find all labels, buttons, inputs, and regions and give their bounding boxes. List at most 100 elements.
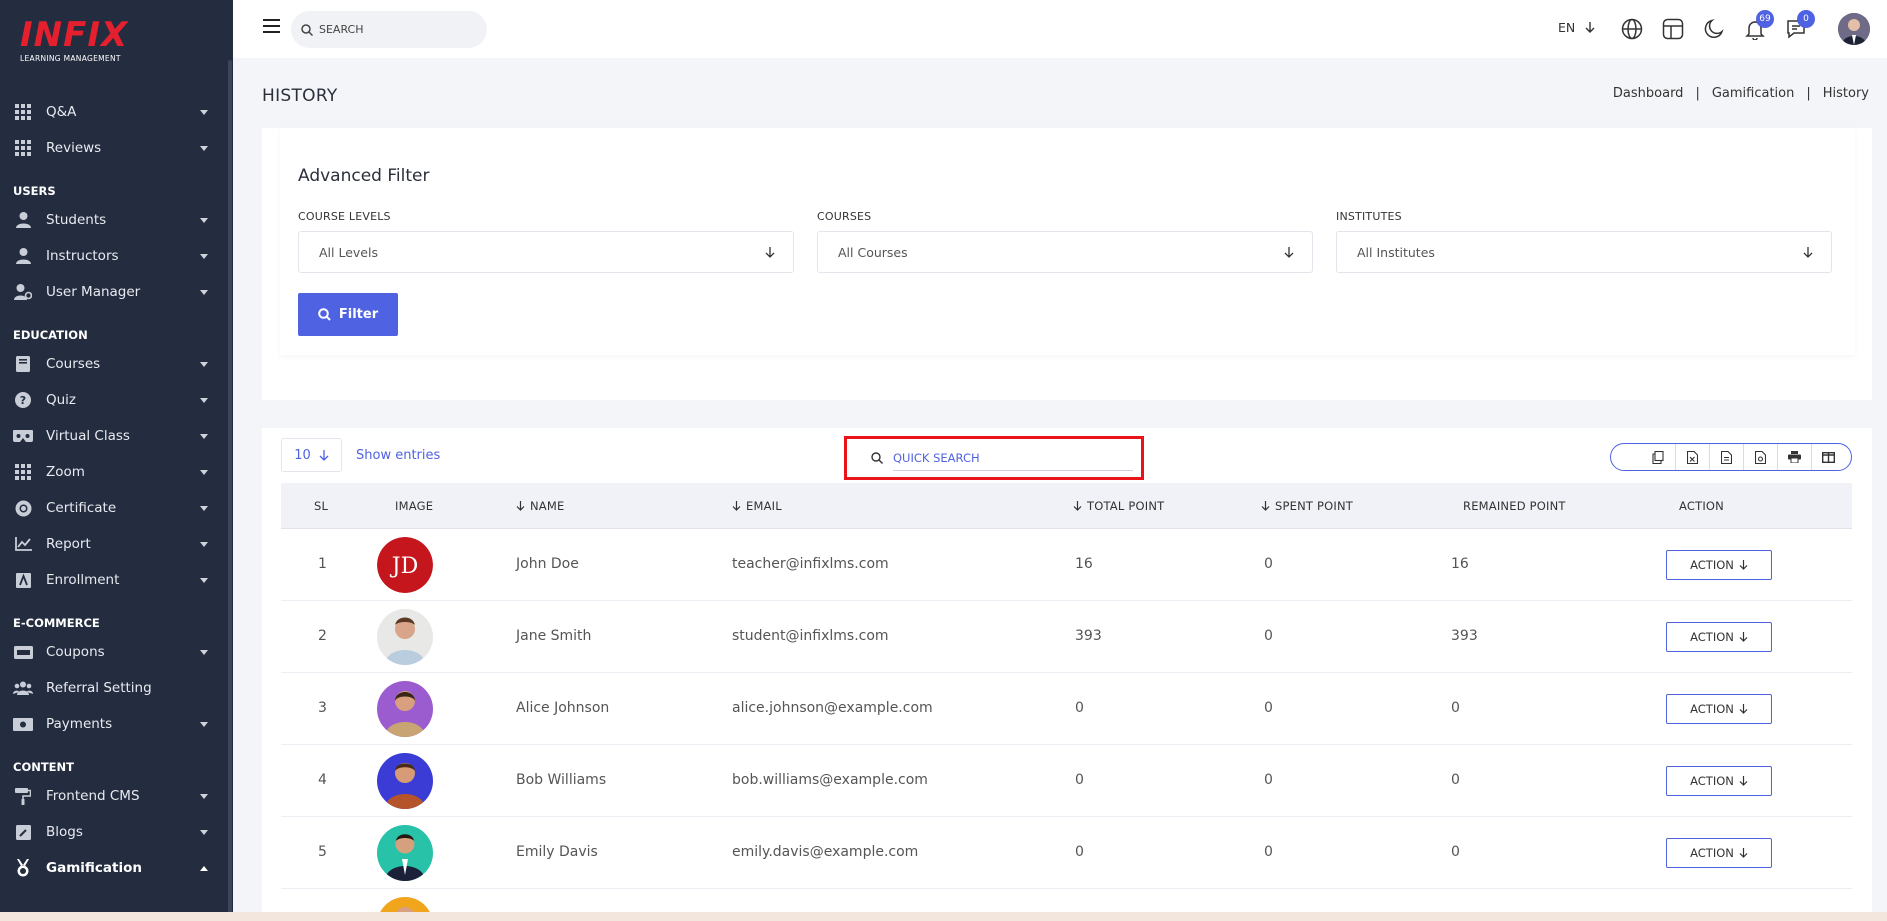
sidebar-item-label: Blogs [46, 824, 83, 840]
user-icon [13, 247, 33, 265]
sidebar-item-zoom[interactable]: Zoom [0, 454, 228, 490]
entries-select[interactable]: 10 [281, 438, 342, 472]
action-label: ACTION [1690, 846, 1734, 860]
cell-name: Bob Williams [516, 772, 607, 788]
edit-icon [13, 823, 33, 841]
sidebar-item-reviews[interactable]: Reviews [0, 130, 228, 166]
caret-down-icon [200, 433, 208, 439]
sidebar-item-certificate[interactable]: Certificate [0, 490, 228, 526]
messages-button[interactable]: 0 [1785, 10, 1815, 40]
print-button[interactable] [1777, 444, 1811, 470]
cell-remained-point: 0 [1451, 700, 1460, 716]
course-levels-select[interactable]: All Levels [298, 231, 794, 273]
breadcrumb-gamification[interactable]: Gamification [1712, 86, 1795, 101]
copy-button[interactable] [1641, 444, 1675, 470]
column-header-total-point[interactable]: TOTAL POINT [1073, 499, 1164, 513]
sidebar-item-qa[interactable]: Q&A [0, 94, 228, 130]
caret-down-icon [200, 253, 208, 259]
row-action-button[interactable]: ACTION [1666, 766, 1772, 796]
sidebar-item-courses[interactable]: Courses [0, 346, 228, 382]
courses-value: All Courses [838, 244, 908, 260]
header-search[interactable] [291, 11, 487, 48]
column-header-image[interactable]: IMAGE [395, 499, 433, 513]
cell-remained-point: 0 [1451, 772, 1460, 788]
excel-button[interactable] [1675, 444, 1709, 470]
csv-button[interactable] [1709, 444, 1743, 470]
sidebar-item-virtual-class[interactable]: Virtual Class [0, 418, 228, 454]
user-avatar[interactable] [1838, 13, 1870, 45]
caret-down-icon [200, 505, 208, 511]
column-header-email[interactable]: EMAIL [732, 499, 782, 513]
coupon-icon [13, 643, 33, 661]
row-action-button[interactable]: ACTION [1666, 838, 1772, 868]
sidebar-item-students[interactable]: Students [0, 202, 228, 238]
sidebar-item-frontend-cms[interactable]: Frontend CMS [0, 778, 228, 814]
sidebar-item-enrollment[interactable]: Enrollment [0, 562, 228, 598]
sidebar-item-referral-setting[interactable]: Referral Setting [0, 670, 228, 706]
column-header-name[interactable]: NAME [516, 499, 564, 513]
sidebar-item-label: Payments [46, 716, 113, 732]
cell-total-point: 16 [1075, 556, 1093, 572]
action-label: ACTION [1690, 558, 1734, 572]
user-icon [13, 211, 33, 229]
chart-icon [13, 535, 33, 553]
sidebar-item-quiz[interactable]: ? Quiz [0, 382, 228, 418]
print-icon [1788, 451, 1801, 463]
table-row: 1 JD John Doe teacher@infixlms.com 16 0 … [281, 529, 1852, 601]
sidebar-item-blogs[interactable]: Blogs [0, 814, 228, 850]
notification-bell[interactable]: 69 [1744, 10, 1774, 41]
column-header-sl[interactable]: SL [314, 499, 328, 513]
top-header: EN 69 0 [233, 0, 1887, 58]
column-header-remained-point[interactable]: REMAINED POINT [1463, 499, 1566, 513]
caret-down-icon [200, 109, 208, 115]
filter-button[interactable]: Filter [298, 293, 398, 336]
avatar: JD [377, 537, 433, 593]
quick-search-input[interactable] [893, 445, 1133, 471]
users-icon [13, 679, 33, 697]
brand-logo[interactable]: INFIX LEARNING MANAGEMENT [20, 18, 128, 63]
row-action-button[interactable]: ACTION [1666, 694, 1772, 724]
filter-title: Advanced Filter [298, 166, 430, 186]
sidebar-item-label: Courses [46, 356, 101, 372]
file-excel-icon [1687, 450, 1698, 464]
page-title: HISTORY [262, 86, 338, 106]
column-header-spent-point[interactable]: SPENT POINT [1261, 499, 1353, 513]
layout-icon[interactable] [1662, 18, 1684, 40]
breadcrumb-dashboard[interactable]: Dashboard [1613, 86, 1684, 101]
sidebar-item-coupons[interactable]: Coupons [0, 634, 228, 670]
breadcrumb: Dashboard | Gamification | History [1613, 86, 1869, 101]
language-selector[interactable]: EN [1558, 20, 1595, 35]
column-header-label: IMAGE [395, 499, 434, 513]
cell-sl: 3 [318, 700, 327, 716]
globe-icon[interactable] [1621, 18, 1643, 40]
table-row: 4 Bob Williams bob.williams@example.com … [281, 745, 1852, 817]
sidebar-item-payments[interactable]: Payments [0, 706, 228, 742]
enrollment-icon [13, 571, 33, 589]
sidebar-item-user-manager[interactable]: User Manager [0, 274, 228, 310]
pdf-button[interactable] [1743, 444, 1777, 470]
sidebar-item-label: Coupons [46, 644, 105, 660]
grid-icon [13, 463, 33, 481]
caret-down-icon [200, 721, 208, 727]
cell-email: bob.williams@example.com [732, 772, 928, 788]
row-action-button[interactable]: ACTION [1666, 550, 1772, 580]
arrow-down-icon [1739, 704, 1748, 714]
moon-icon[interactable] [1703, 18, 1725, 40]
action-label: ACTION [1690, 630, 1734, 644]
institutes-select[interactable]: All Institutes [1336, 231, 1832, 273]
sidebar-item-gamification[interactable]: Gamification [0, 850, 228, 886]
courses-select[interactable]: All Courses [817, 231, 1313, 273]
sidebar-scrollbar[interactable] [228, 60, 232, 920]
sidebar-section-education: EDUCATION [13, 328, 88, 342]
table-row: 2 Jane Smith student@infixlms.com 393 0 … [281, 601, 1852, 673]
menu-toggle-icon[interactable] [263, 19, 280, 33]
header-search-input[interactable] [319, 23, 469, 36]
avatar-initials: JD [390, 554, 418, 579]
avatar [377, 609, 433, 665]
column-header-label: TOTAL POINT [1087, 499, 1165, 513]
row-action-button[interactable]: ACTION [1666, 622, 1772, 652]
sidebar-item-label: Quiz [46, 392, 77, 408]
sidebar-item-instructors[interactable]: Instructors [0, 238, 228, 274]
sidebar-item-report[interactable]: Report [0, 526, 228, 562]
column-visibility-button[interactable] [1811, 444, 1845, 470]
